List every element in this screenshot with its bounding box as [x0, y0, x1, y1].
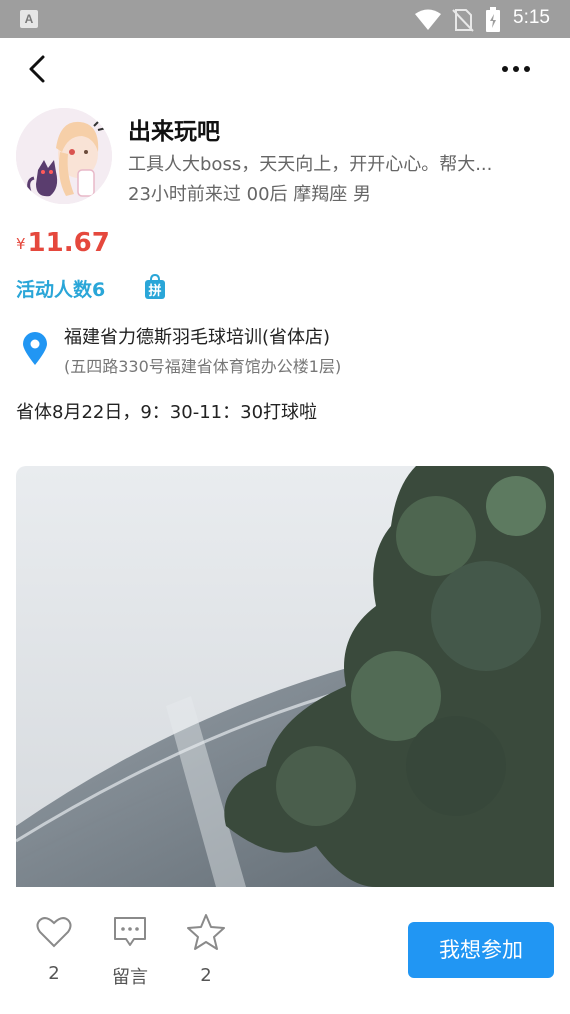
app-notification-icon: A: [20, 10, 38, 28]
like-action[interactable]: 2: [30, 915, 78, 984]
activity-photo[interactable]: [16, 466, 554, 887]
participant-count: 活动人数6: [16, 279, 106, 301]
back-button[interactable]: [22, 52, 54, 86]
location-pin-icon: [23, 332, 47, 365]
like-count: 2: [48, 963, 60, 984]
chevron-left-icon: [29, 55, 45, 83]
join-button[interactable]: 我想参加: [408, 922, 554, 978]
comment-icon: [114, 917, 146, 946]
comment-action[interactable]: 留言: [104, 915, 156, 989]
comment-label: 留言: [112, 967, 148, 988]
favorite-action[interactable]: 2: [182, 913, 230, 986]
favorite-count: 2: [200, 965, 212, 986]
user-name[interactable]: 出来玩吧: [128, 112, 220, 146]
price: ¥11.67: [16, 228, 110, 258]
activity-description: 省体8月22日，9：30-11：30打球啦: [16, 402, 318, 423]
more-button[interactable]: [500, 58, 532, 80]
status-bar: A 5:15: [0, 0, 570, 38]
battery-icon: [486, 7, 500, 32]
svg-text:拼: 拼: [148, 283, 161, 299]
location-name[interactable]: 福建省力德斯羽毛球培训(省体店): [64, 323, 330, 349]
currency-symbol: ¥: [16, 235, 26, 253]
heart-icon: [36, 917, 72, 948]
star-icon: [187, 914, 225, 950]
no-sim-icon: [452, 9, 474, 32]
status-time: 5:15: [513, 7, 550, 28]
avatar[interactable]: [16, 108, 112, 204]
user-bio: 工具人大boss，天天向上，开开心心。帮大...: [128, 154, 493, 175]
wifi-icon: [415, 9, 441, 30]
user-meta: 23小时前来过 00后 摩羯座 男: [128, 184, 371, 205]
location-address[interactable]: (五四路330号福建省体育馆办公楼1层): [64, 353, 341, 377]
more-icon: [502, 66, 530, 72]
price-amount: 11.67: [27, 228, 110, 258]
pin-badge-icon: 拼: [145, 274, 165, 299]
